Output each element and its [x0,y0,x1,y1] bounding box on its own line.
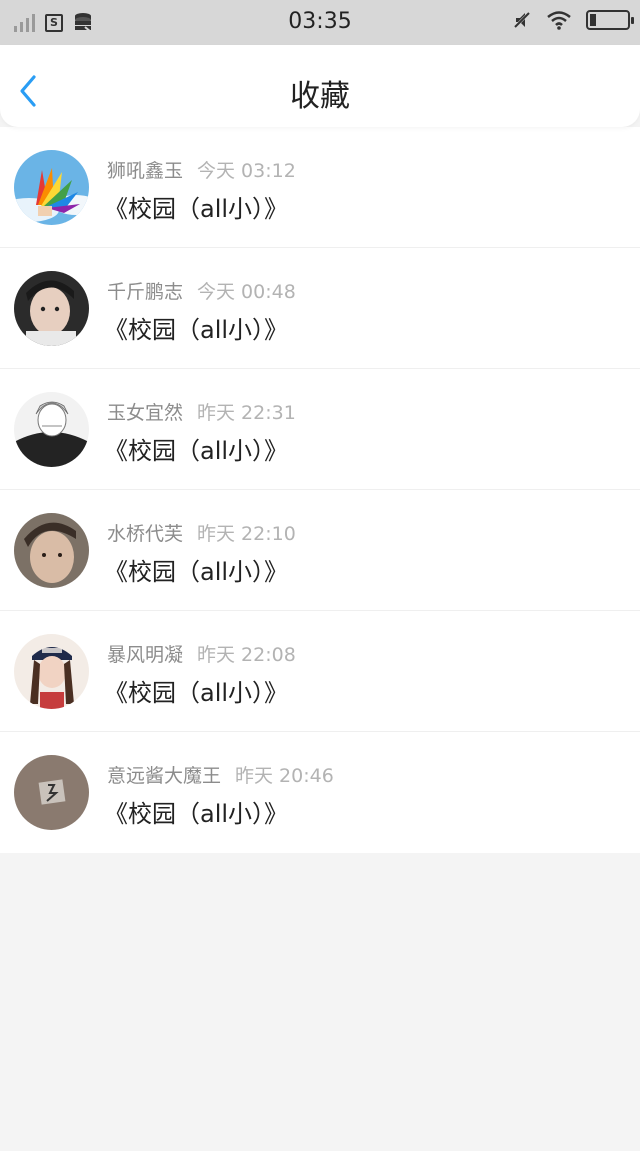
nav-bar: 收藏 [0,45,640,127]
list-item[interactable]: 玉女宜然 昨天 22:31 《校园（all小）》 [0,369,640,490]
avatar [14,755,89,830]
item-meta: 意远酱大魔王 昨天 20:46 [107,761,334,788]
mute-icon [512,10,532,30]
status-right [512,10,634,30]
wifi-icon [547,11,571,30]
item-title[interactable]: 《校园（all小）》 [104,189,288,224]
avatar [14,634,89,709]
status-bar: S 03:35 [0,0,640,45]
timestamp: 昨天 20:46 [235,765,334,787]
list-item[interactable]: 千斤鹏志 今天 00:48 《校园（all小）》 [0,248,640,369]
author-name[interactable]: 水桥代芙 [107,523,183,545]
author-name[interactable]: 玉女宜然 [107,402,183,424]
author-name[interactable]: 暴风明凝 [107,644,183,666]
item-meta: 水桥代芙 昨天 22:10 [107,519,296,546]
item-title[interactable]: 《校园（all小）》 [104,552,288,587]
item-meta: 玉女宜然 昨天 22:31 [107,398,296,425]
battery-icon [586,10,634,30]
list-item[interactable]: 水桥代芙 昨天 22:10 《校园（all小）》 [0,490,640,611]
favorites-list: 狮吼鑫玉 今天 03:12 《校园（all小）》 千斤鹏志 今天 00:48 《校园… [0,127,640,853]
item-title[interactable]: 《校园（all小）》 [104,310,288,345]
item-title[interactable]: 《校园（all小）》 [104,431,288,466]
avatar [14,271,89,346]
author-name[interactable]: 千斤鹏志 [107,281,183,303]
list-item[interactable]: 狮吼鑫玉 今天 03:12 《校园（all小）》 [0,127,640,248]
timestamp: 今天 03:12 [197,160,296,182]
author-name[interactable]: 狮吼鑫玉 [107,160,183,182]
author-name[interactable]: 意远酱大魔王 [107,765,221,787]
timestamp: 昨天 22:10 [197,523,296,545]
item-meta: 狮吼鑫玉 今天 03:12 [107,156,296,183]
avatar [14,150,89,225]
item-meta: 暴风明凝 昨天 22:08 [107,640,296,667]
item-title[interactable]: 《校园（all小）》 [104,673,288,708]
timestamp: 今天 00:48 [197,281,296,303]
list-item[interactable]: 意远酱大魔王 昨天 20:46 《校园（all小）》 [0,732,640,853]
timestamp: 昨天 22:31 [197,402,296,424]
page-title: 收藏 [290,79,350,114]
timestamp: 昨天 22:08 [197,644,296,666]
avatar [14,392,89,467]
avatar [14,513,89,588]
item-title[interactable]: 《校园（all小）》 [104,794,288,829]
item-meta: 千斤鹏志 今天 00:48 [107,277,296,304]
list-item[interactable]: 暴风明凝 昨天 22:08 《校园（all小）》 [0,611,640,732]
